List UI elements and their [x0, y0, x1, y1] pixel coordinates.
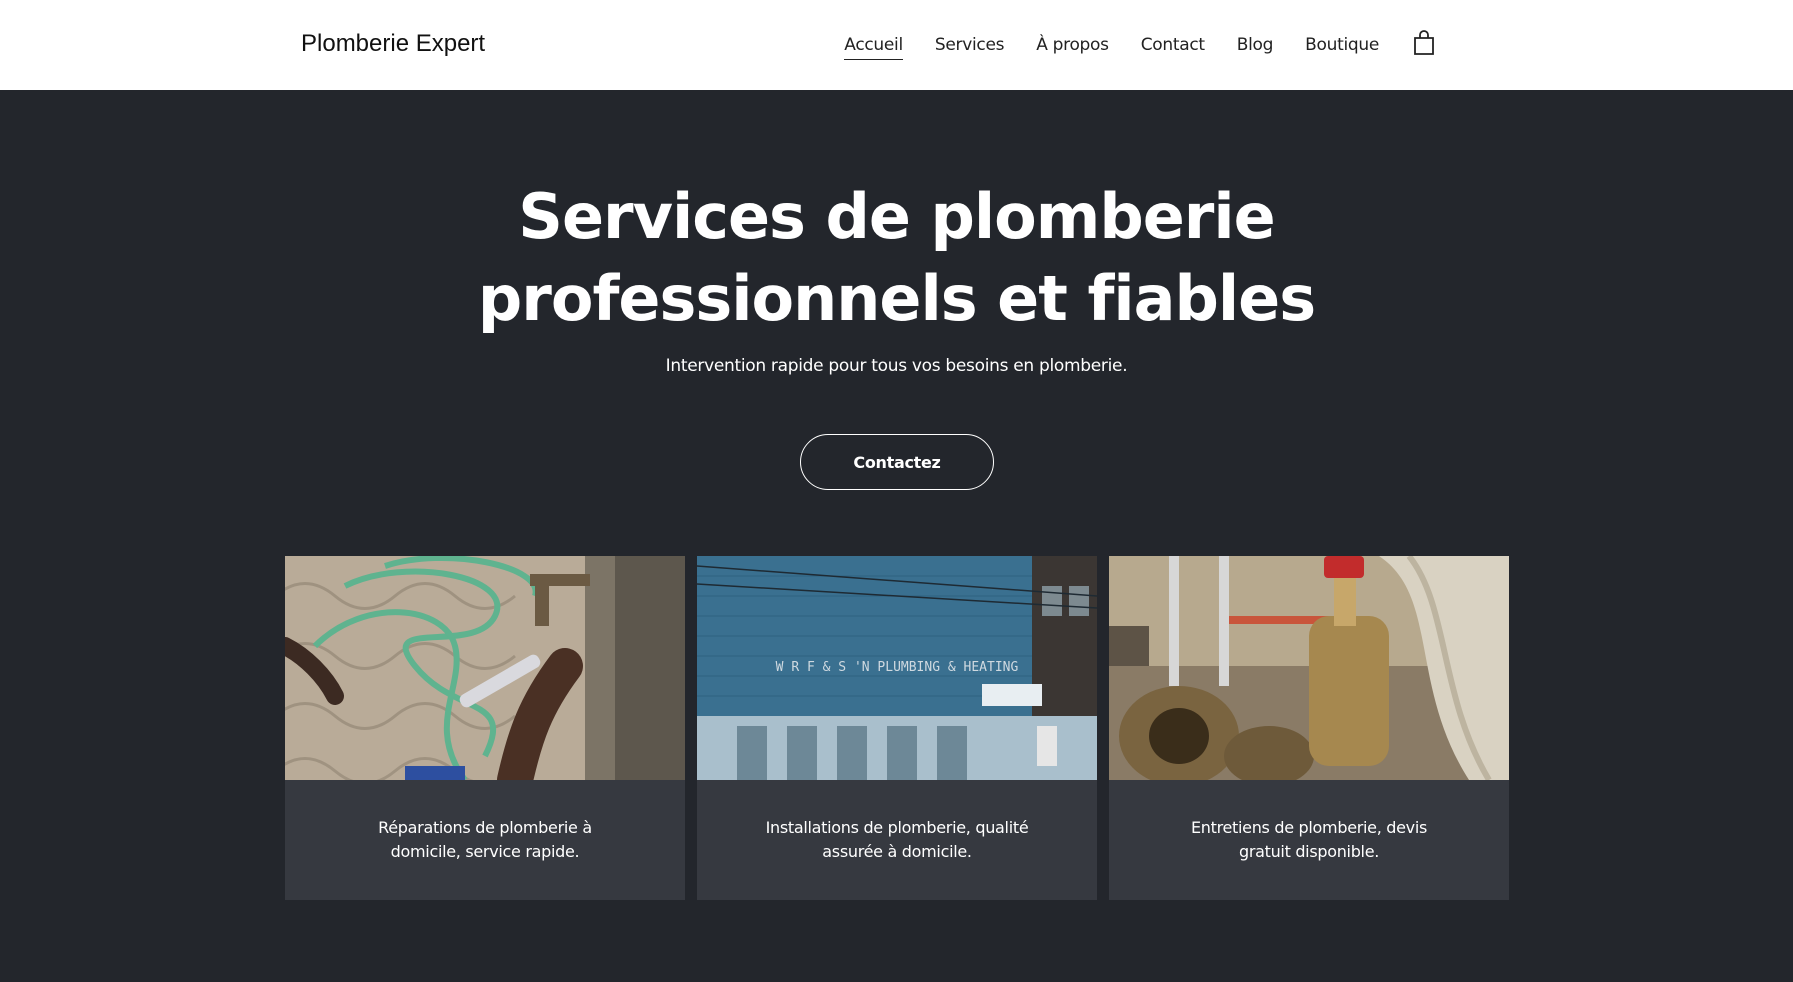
card-caption-line2: assurée à domicile.: [822, 842, 972, 861]
card-caption-line1: Installations de plomberie, qualité: [765, 818, 1029, 837]
contact-button[interactable]: Contactez: [800, 434, 994, 490]
main-nav: Accueil Services À propos Contact Blog B…: [812, 30, 1435, 60]
valves-photo: [1109, 556, 1509, 780]
nav-accueil[interactable]: Accueil: [844, 35, 903, 60]
hero-title: Services de plomberie professionnels et …: [0, 176, 1793, 340]
site-header: Plomberie Expert Accueil Services À prop…: [0, 0, 1793, 90]
service-cards: Réparations de plomberie à domicile, ser…: [285, 556, 1510, 900]
service-card-maintenance[interactable]: Entretiens de plomberie, devis gratuit d…: [1109, 556, 1509, 900]
hero-section: Services de plomberie professionnels et …: [0, 90, 1793, 982]
card-caption: Entretiens de plomberie, devis gratuit d…: [1149, 816, 1469, 864]
nav-contact[interactable]: Contact: [1141, 35, 1205, 59]
nav-boutique[interactable]: Boutique: [1305, 35, 1379, 59]
nav-services[interactable]: Services: [935, 35, 1005, 59]
hero-title-line1: Services de plomberie: [518, 180, 1275, 253]
shopping-bag-icon[interactable]: [1413, 30, 1435, 56]
storefront-photo: W R F & S 'N PLUMBING & HEATING: [697, 556, 1097, 780]
service-card-repairs[interactable]: Réparations de plomberie à domicile, ser…: [285, 556, 685, 900]
site-logo[interactable]: Plomberie Expert: [301, 30, 485, 58]
card-caption-line1: Entretiens de plomberie, devis: [1190, 818, 1428, 837]
card-caption-line1: Réparations de plomberie à: [378, 818, 592, 837]
store-sign-text: W R F & S 'N PLUMBING & HEATING: [776, 660, 1019, 675]
nav-blog[interactable]: Blog: [1237, 35, 1274, 59]
card-caption-line2: domicile, service rapide.: [390, 842, 580, 861]
hero-title-line2: professionnels et fiables: [477, 262, 1316, 335]
card-caption: Réparations de plomberie à domicile, ser…: [325, 816, 645, 864]
service-card-installations[interactable]: W R F & S 'N PLUMBING & HEATING Installa…: [697, 556, 1097, 900]
nav-a-propos[interactable]: À propos: [1036, 35, 1109, 59]
card-caption: Installations de plomberie, qualité assu…: [737, 816, 1057, 864]
hero-subtitle: Intervention rapide pour tous vos besoin…: [665, 356, 1128, 376]
card-caption-line2: gratuit disponible.: [1238, 842, 1380, 861]
repair-photo: [285, 556, 685, 780]
